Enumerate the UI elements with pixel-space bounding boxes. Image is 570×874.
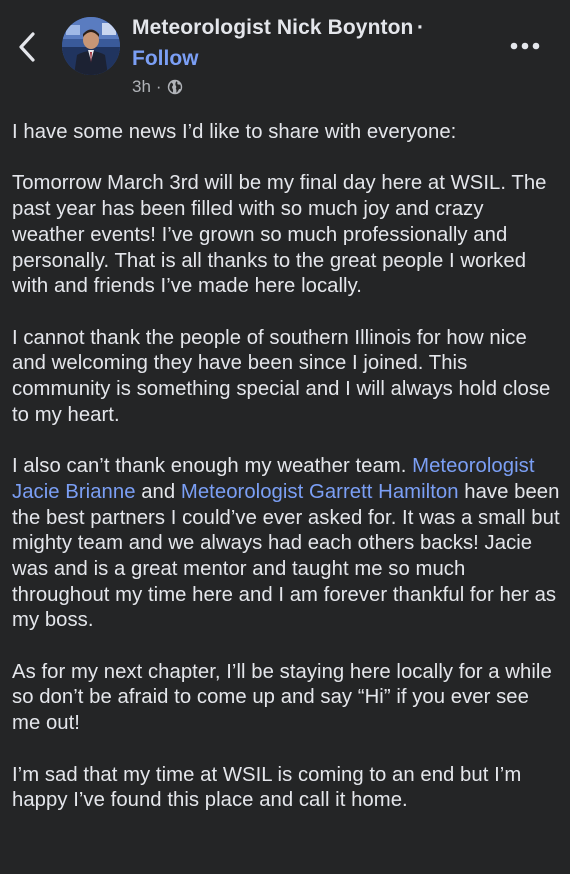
post-text: I have some news I’d like to share with … (12, 120, 560, 840)
post-text-segment: and (135, 480, 181, 503)
post-text-segment: have been the best partners I could’ve e… (12, 480, 560, 632)
mention-garrett-hamilton[interactable]: Meteorologist Garrett Hamilton (181, 481, 459, 503)
post-paragraph-1: I have some news I’d like to share with … (12, 121, 457, 143)
post-meta: 3h · (132, 77, 183, 97)
chevron-left-icon (19, 32, 35, 62)
name-separator: · (417, 16, 424, 39)
more-horizontal-icon (510, 42, 540, 50)
post-paragraph-6: I’m sad that my time at WSIL is coming t… (12, 763, 522, 812)
post-paragraph-5: As for my next chapter, I’ll be staying … (12, 660, 552, 735)
timestamp[interactable]: 3h (132, 77, 151, 97)
post-header: Meteorologist Nick Boynton · Follow 3h · (0, 0, 570, 110)
more-options-button[interactable] (508, 36, 542, 56)
avatar[interactable] (62, 17, 120, 75)
post-text-segment: I also can’t thank enough my weather tea… (12, 455, 413, 478)
post-paragraph-2: Tomorrow March 3rd will be my final day … (12, 172, 547, 298)
author-name[interactable]: Meteorologist Nick Boynton (132, 16, 413, 40)
post-paragraph-3: I cannot thank the people of southern Il… (12, 326, 551, 426)
globe-icon (167, 79, 182, 95)
back-button[interactable] (10, 28, 44, 66)
post-paragraph-4: I also can’t thank enough my weather tea… (12, 454, 560, 634)
follow-button[interactable]: Follow (132, 47, 199, 71)
meta-separator: · (155, 77, 162, 96)
